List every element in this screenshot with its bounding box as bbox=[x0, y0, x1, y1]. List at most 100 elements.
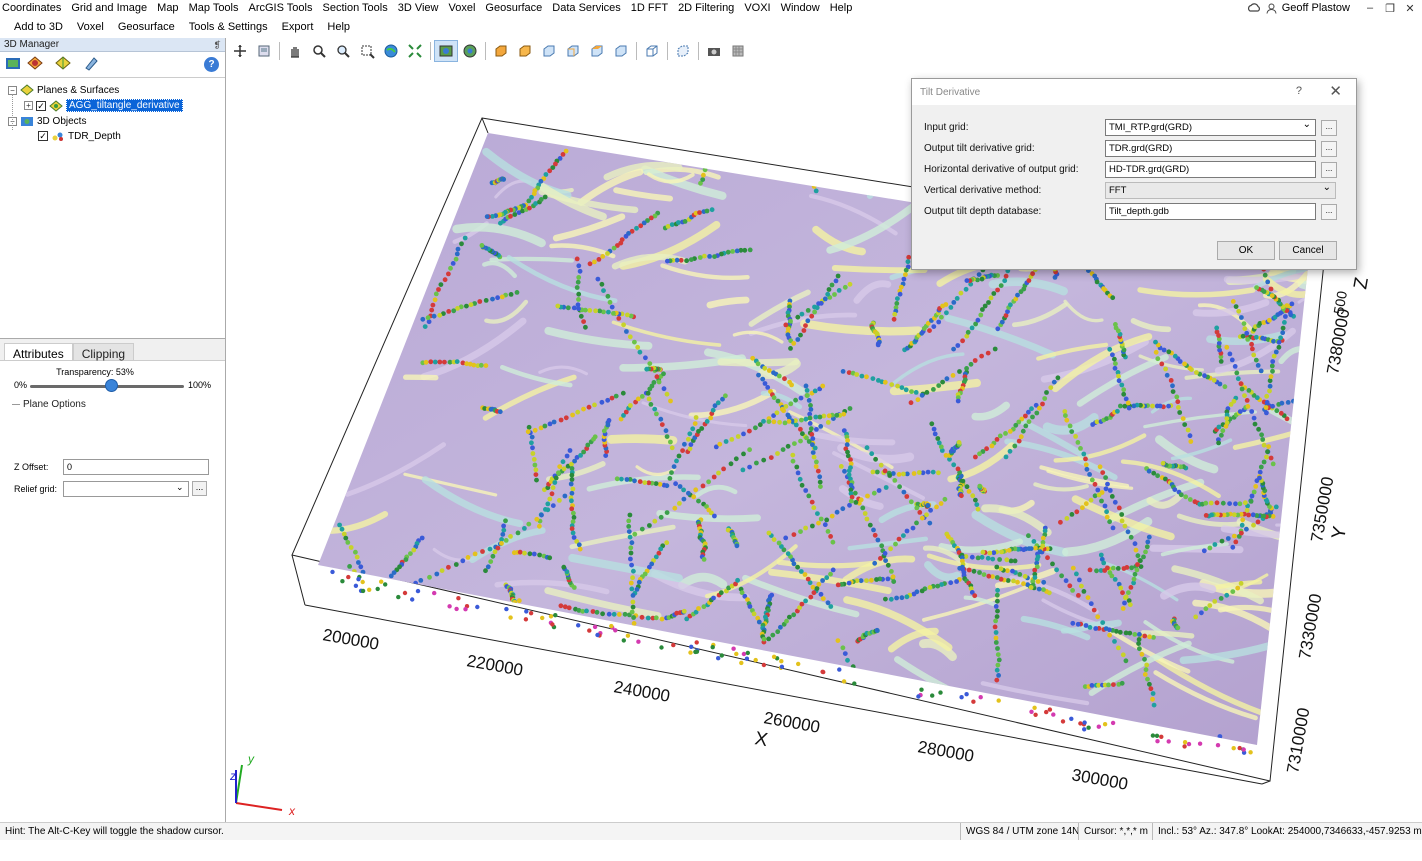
dialog-field-input[interactable]: TMI_RTP.grd(GRD) ⌄ bbox=[1105, 119, 1316, 136]
menu-item[interactable]: Section Tools bbox=[318, 2, 393, 14]
plane-icon[interactable] bbox=[54, 54, 72, 75]
tree-node-objects[interactable]: − 3D Objects bbox=[8, 115, 86, 127]
cloud-sync-icon[interactable] bbox=[1246, 1, 1262, 15]
view-left-icon[interactable] bbox=[537, 40, 561, 62]
planes-icon bbox=[20, 84, 34, 96]
selected-surface-label[interactable]: AGG_tiltangle_derivative bbox=[66, 99, 183, 112]
ok-button[interactable]: OK bbox=[1217, 241, 1275, 260]
tree-item-surface[interactable]: + ✓ AGG_tiltangle_derivative bbox=[24, 99, 183, 112]
restore-button[interactable]: ❐ bbox=[1382, 1, 1398, 15]
close-window-button[interactable]: ✕ bbox=[1402, 1, 1418, 15]
browse-button[interactable]: ... bbox=[1321, 120, 1337, 136]
svg-text:y: y bbox=[247, 752, 255, 766]
select-tool-icon[interactable] bbox=[228, 40, 252, 62]
menu-item[interactable]: Data Services bbox=[547, 2, 625, 14]
menu-item[interactable]: ArcGIS Tools bbox=[244, 2, 318, 14]
user-account[interactable]: Geoff Plastow bbox=[1266, 2, 1350, 14]
x-tick-label: 300000 bbox=[1070, 765, 1129, 794]
chevron-down-icon[interactable]: ⌄ bbox=[1323, 182, 1331, 193]
slider-thumb[interactable] bbox=[105, 379, 119, 392]
camera-icon[interactable] bbox=[702, 40, 726, 62]
menu-item[interactable]: 1D FFT bbox=[626, 2, 673, 14]
menu-item[interactable]: VOXI bbox=[739, 2, 775, 14]
transparency-slider[interactable]: 0% 100% bbox=[0, 377, 225, 393]
tree-node-planes[interactable]: − Planes & Surfaces bbox=[8, 84, 119, 96]
relief-grid-select[interactable] bbox=[63, 481, 189, 497]
menu-item[interactable]: Voxel bbox=[444, 2, 481, 14]
pin-icon[interactable]: ❡ bbox=[213, 38, 221, 52]
plane-options-heading: Plane Options bbox=[12, 399, 225, 410]
print-icon[interactable] bbox=[252, 40, 276, 62]
menu-item[interactable]: Add to 3D bbox=[0, 21, 70, 33]
menu-item[interactable]: Geosurface bbox=[111, 21, 182, 33]
svg-text:z: z bbox=[229, 769, 236, 783]
browse-button[interactable]: ... bbox=[1321, 204, 1337, 220]
expand-icon[interactable]: + bbox=[24, 101, 33, 110]
menu-item[interactable]: Map Tools bbox=[184, 2, 244, 14]
dialog-field-input[interactable]: TDR.grd(GRD) bbox=[1105, 140, 1316, 157]
view-back-icon[interactable] bbox=[513, 40, 537, 62]
menu-item[interactable]: Window bbox=[776, 2, 825, 14]
dialog-close-button[interactable]: ✕ bbox=[1329, 82, 1342, 100]
cancel-button[interactable]: Cancel bbox=[1279, 241, 1337, 260]
menu-item[interactable]: Help bbox=[320, 21, 357, 33]
minimize-button[interactable]: – bbox=[1362, 1, 1378, 15]
tree-item-object[interactable]: ✓ TDR_Depth bbox=[38, 130, 121, 142]
grid-settings-icon[interactable] bbox=[726, 40, 750, 62]
clip-view-icon[interactable] bbox=[671, 40, 695, 62]
dialog-field-input[interactable]: FFT ⌄ bbox=[1105, 182, 1336, 199]
browse-button[interactable]: ... bbox=[1321, 141, 1337, 157]
planes-label: Planes & Surfaces bbox=[37, 84, 120, 96]
box-view-icon[interactable] bbox=[640, 40, 664, 62]
menu-item[interactable]: Map bbox=[152, 2, 183, 14]
add-group-icon[interactable] bbox=[4, 54, 22, 75]
menu-item[interactable]: Help bbox=[825, 2, 858, 14]
view-right-icon[interactable] bbox=[561, 40, 585, 62]
view-front-icon[interactable] bbox=[489, 40, 513, 62]
z-axis-label: Z bbox=[1350, 275, 1373, 290]
menu-item[interactable]: 3D View bbox=[393, 2, 444, 14]
fit-view-icon[interactable] bbox=[403, 40, 427, 62]
z-offset-input[interactable]: 0 bbox=[63, 459, 209, 475]
chevron-down-icon[interactable]: ⌄ bbox=[1303, 119, 1311, 130]
menu-item[interactable]: Export bbox=[275, 21, 321, 33]
tab-clipping[interactable]: Clipping bbox=[72, 343, 135, 361]
dialog-field-input[interactable]: HD-TDR.grd(GRD) bbox=[1105, 161, 1316, 178]
dialog-field-label: Output tilt depth database: bbox=[924, 206, 1042, 217]
relief-browse-button[interactable]: ... bbox=[192, 481, 207, 496]
menu-item[interactable]: Geosurface bbox=[480, 2, 547, 14]
tab-attributes[interactable]: Attributes bbox=[4, 343, 73, 361]
menu-item[interactable]: Grid and Image bbox=[66, 2, 152, 14]
globe-view-icon[interactable] bbox=[458, 40, 482, 62]
zoom-region-icon[interactable] bbox=[331, 40, 355, 62]
shadow-view-icon[interactable] bbox=[434, 40, 458, 62]
dialog-help-button[interactable]: ? bbox=[1296, 85, 1302, 97]
zoom-box-icon[interactable] bbox=[355, 40, 379, 62]
browse-button[interactable]: ... bbox=[1321, 162, 1337, 178]
view-top-icon[interactable] bbox=[585, 40, 609, 62]
surface-icon bbox=[49, 99, 63, 112]
attr-tabs: Attributes Clipping bbox=[0, 339, 225, 361]
view-bottom-icon[interactable] bbox=[609, 40, 633, 62]
menu-item[interactable]: Tools & Settings bbox=[182, 21, 275, 33]
pan-hand-icon[interactable] bbox=[283, 40, 307, 62]
menu-item[interactable]: Coordinates bbox=[0, 2, 66, 14]
y-axis-label: Y bbox=[1328, 524, 1351, 540]
visibility-checkbox[interactable]: ✓ bbox=[36, 100, 46, 111]
properties-icon[interactable] bbox=[82, 54, 100, 75]
x-axis-label: X bbox=[753, 728, 769, 751]
globe-icon[interactable] bbox=[379, 40, 403, 62]
add-surface-icon[interactable] bbox=[26, 54, 44, 75]
dialog-field-input[interactable]: Tilt_depth.gdb bbox=[1105, 203, 1316, 220]
status-view: Incl.: 53° Az.: 347.8° LookAt: 254000,73… bbox=[1152, 823, 1422, 841]
help-icon[interactable]: ? bbox=[204, 57, 219, 72]
slider-max: 100% bbox=[188, 380, 212, 390]
visibility-checkbox[interactable]: ✓ bbox=[38, 131, 48, 141]
chevron-down-icon[interactable]: ⌄ bbox=[176, 482, 184, 493]
zoom-icon[interactable] bbox=[307, 40, 331, 62]
menu-item[interactable]: 2D Filtering bbox=[673, 2, 739, 14]
dialog-titlebar: Tilt Derivative ? ✕ bbox=[912, 79, 1356, 105]
menu-item[interactable]: Voxel bbox=[70, 21, 111, 33]
status-cursor: Cursor: *,*,* m bbox=[1078, 823, 1153, 841]
x-tick-label: 240000 bbox=[612, 677, 671, 706]
